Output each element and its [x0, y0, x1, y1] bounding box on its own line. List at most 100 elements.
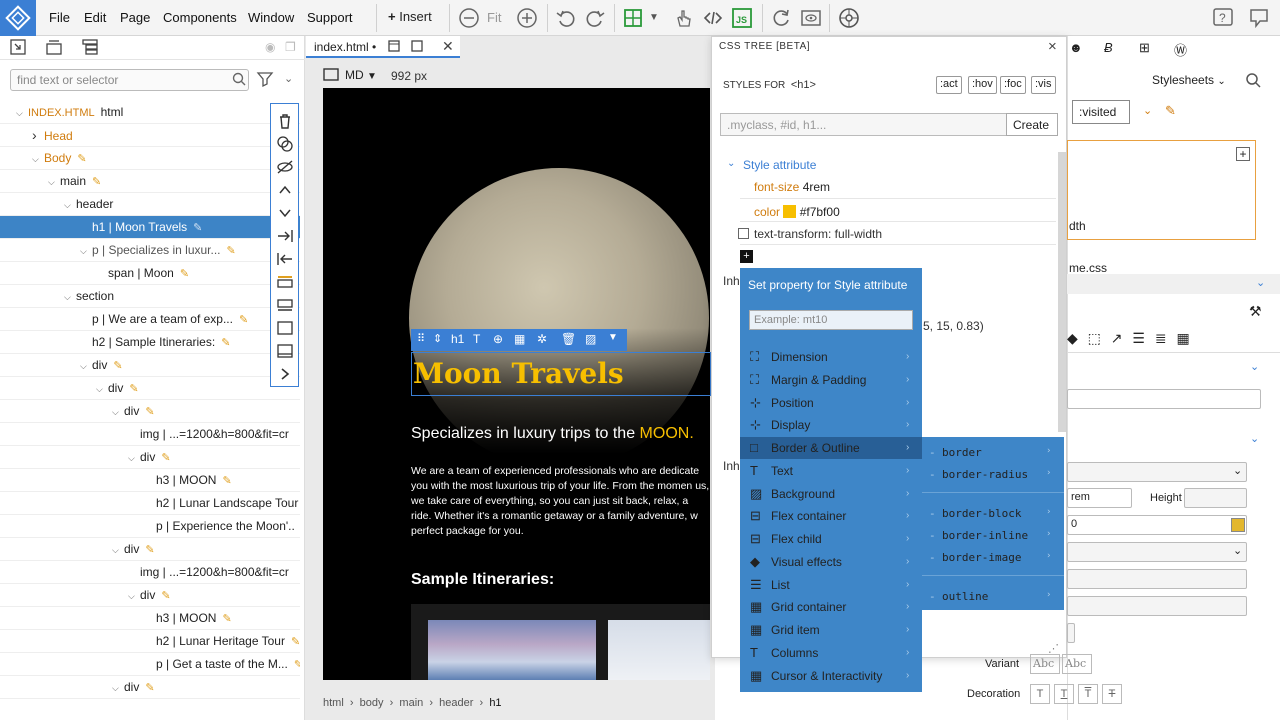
- preview-icon[interactable]: [800, 7, 822, 29]
- device-icon[interactable]: [323, 68, 339, 82]
- chevron-down-icon[interactable]: ⌄: [1143, 104, 1152, 117]
- disabled-prop-checkbox[interactable]: [738, 228, 749, 239]
- tree-node[interactable]: ⌵ main ✎: [0, 170, 300, 193]
- text-format-icon[interactable]: T: [473, 332, 480, 346]
- menu-file[interactable]: File: [49, 10, 70, 25]
- chevron-down-icon[interactable]: ⌵: [112, 401, 124, 422]
- dropdown-item[interactable]: ⛶ Dimension ›: [740, 346, 922, 368]
- chevron-down-icon[interactable]: ⌵: [64, 194, 76, 215]
- chevron-down-icon[interactable]: ⌄: [284, 72, 293, 85]
- insert-button[interactable]: + Insert: [388, 9, 432, 24]
- tree-node[interactable]: h2 | Sample Itineraries: ✎: [0, 331, 300, 354]
- variant-normal-button[interactable]: Abc: [1030, 654, 1060, 674]
- breadcrumb-item[interactable]: body: [360, 697, 384, 709]
- tree-node[interactable]: › Head: [0, 124, 300, 147]
- move-up-icon[interactable]: [276, 181, 294, 199]
- delete-icon[interactable]: 🗑: [561, 332, 576, 346]
- tree-node[interactable]: h2 | Lunar Heritage Tour ✎: [0, 630, 300, 653]
- align-icon[interactable]: ≣: [1155, 330, 1167, 346]
- chevron-down-icon[interactable]: ⌵: [80, 355, 92, 376]
- submenu-item[interactable]: - border-inline ›: [929, 529, 1060, 542]
- edit-pencil-icon[interactable]: ✎: [222, 475, 231, 487]
- page-tagline[interactable]: Specializes in luxury trips to the MOON.: [411, 425, 694, 443]
- number-field[interactable]: [1067, 596, 1247, 616]
- duplicate-icon[interactable]: [276, 135, 294, 153]
- tree-node[interactable]: h2 | Lunar Landscape Tour: [0, 492, 300, 515]
- dropdown-item[interactable]: ⊟ Flex container ›: [740, 505, 922, 527]
- tree-node[interactable]: img | ...=1200&h=800&fit=cr: [0, 423, 300, 446]
- tree-node[interactable]: ⌵ header: [0, 193, 300, 216]
- menu-page[interactable]: Page: [120, 10, 150, 25]
- page-paragraph[interactable]: We are a team of experienced professiona…: [411, 464, 711, 539]
- zoom-out-icon[interactable]: [458, 7, 480, 29]
- dropdown-item[interactable]: ⊟ Flex child ›: [740, 528, 922, 550]
- chevron-down-icon[interactable]: ⌵: [112, 677, 124, 698]
- edit-pencil-icon[interactable]: ✎: [180, 268, 189, 280]
- submenu-item[interactable]: - border-radius ›: [929, 468, 1060, 481]
- dropdown-item[interactable]: ▦ Cursor & Interactivity ›: [740, 665, 922, 687]
- chevron-down-icon[interactable]: ⌵: [32, 148, 44, 169]
- edit-pencil-icon[interactable]: ✎: [145, 406, 154, 418]
- import-icon[interactable]: [10, 39, 26, 55]
- chevron-down-icon[interactable]: ⌵: [112, 539, 124, 560]
- tree-node[interactable]: h3 | MOON ✎: [0, 607, 300, 630]
- chevron-right-icon[interactable]: ›: [32, 124, 44, 146]
- edit-pencil-icon[interactable]: ✎: [161, 590, 170, 602]
- rule-box[interactable]: [1067, 140, 1256, 240]
- tree-node[interactable]: ⌵ div ✎: [0, 400, 300, 423]
- overline-button[interactable]: T: [1078, 684, 1098, 704]
- insert-before-icon[interactable]: [276, 273, 294, 291]
- list-icon[interactable]: ☰: [1132, 330, 1145, 346]
- tree-node[interactable]: p | Experience the Moon'..: [0, 515, 300, 538]
- dropdown-item[interactable]: ▦ Grid container ›: [740, 596, 922, 618]
- visited-button[interactable]: :visited: [1072, 100, 1130, 124]
- chevron-down-icon[interactable]: ⌵: [64, 286, 76, 307]
- stylesheets-select[interactable]: Stylesheets ⌄: [1152, 73, 1226, 87]
- tree-node[interactable]: p | Get a taste of the M... ✎: [0, 653, 300, 676]
- chevron-down-icon[interactable]: ▼: [608, 332, 618, 343]
- number-field[interactable]: [1067, 623, 1075, 643]
- edit-pencil-icon[interactable]: ✎: [222, 613, 231, 625]
- select-field[interactable]: [1067, 542, 1247, 562]
- disabled-prop[interactable]: text-transform: full-width: [754, 227, 882, 241]
- tree-node[interactable]: span | Moon ✎: [0, 262, 300, 285]
- decoration-none-button[interactable]: T: [1030, 684, 1050, 704]
- property-search-input[interactable]: Example: mt10: [749, 310, 913, 330]
- edit-pencil-icon[interactable]: ✎: [291, 636, 300, 648]
- strikethrough-button[interactable]: T: [1102, 684, 1122, 704]
- prop-value[interactable]: #f7bf00: [800, 205, 840, 219]
- tree-node[interactable]: ⌵ Body ✎: [0, 147, 300, 170]
- prop-value[interactable]: 4rem: [803, 180, 830, 194]
- tab-index-html[interactable]: index.html •: [306, 36, 460, 58]
- h1-element-toolbar[interactable]: ⠿ ⇕ h1 T ⊕ ▦ ✲ 🗑 ▨ ▼: [411, 329, 627, 351]
- chevron-down-icon[interactable]: ⌵: [128, 585, 140, 606]
- hand-pointer-icon[interactable]: [672, 7, 694, 29]
- pseudo-visited-button[interactable]: :vis: [1031, 76, 1056, 94]
- edit-pencil-icon[interactable]: ✎: [221, 337, 230, 349]
- page-h2[interactable]: Sample Itineraries:: [411, 571, 554, 589]
- chevron-down-icon[interactable]: ▼: [649, 12, 659, 23]
- tree-node[interactable]: ⌵ div ✎: [0, 354, 300, 377]
- insert-after-icon[interactable]: [276, 296, 294, 314]
- close-tab-icon[interactable]: ✕: [442, 38, 454, 55]
- accessibility-icon[interactable]: ☻: [1069, 40, 1083, 55]
- menu-window[interactable]: Window: [248, 10, 294, 25]
- edit-pencil-icon[interactable]: ✎: [145, 682, 154, 694]
- number-field[interactable]: [1067, 569, 1247, 589]
- edit-pencil-icon[interactable]: ✎: [129, 383, 138, 395]
- link-icon[interactable]: ⊕: [493, 332, 503, 346]
- edit-pencil-icon[interactable]: ✎: [193, 222, 202, 234]
- css-prop-row[interactable]: color #f7bf00: [754, 205, 840, 219]
- edit-pencil-icon[interactable]: ✎: [161, 452, 170, 464]
- height-input[interactable]: [1184, 488, 1247, 508]
- breadcrumb-item[interactable]: html: [323, 697, 344, 709]
- css-prop-row[interactable]: font-size 4rem: [754, 180, 830, 194]
- dropdown-item[interactable]: ⛶ Margin & Padding ›: [740, 369, 922, 391]
- edit-pencil-icon[interactable]: ✎: [227, 245, 236, 257]
- wrap-icon[interactable]: [276, 319, 294, 337]
- tree-node[interactable]: ⌵ INDEX.HTML html: [0, 101, 300, 124]
- tree-node[interactable]: h1 | Moon Travels ✎: [0, 216, 300, 239]
- pseudo-focus-button[interactable]: :foc: [1000, 76, 1026, 94]
- menu-edit[interactable]: Edit: [84, 10, 106, 25]
- chevron-down-icon[interactable]: ⌄: [1233, 544, 1242, 557]
